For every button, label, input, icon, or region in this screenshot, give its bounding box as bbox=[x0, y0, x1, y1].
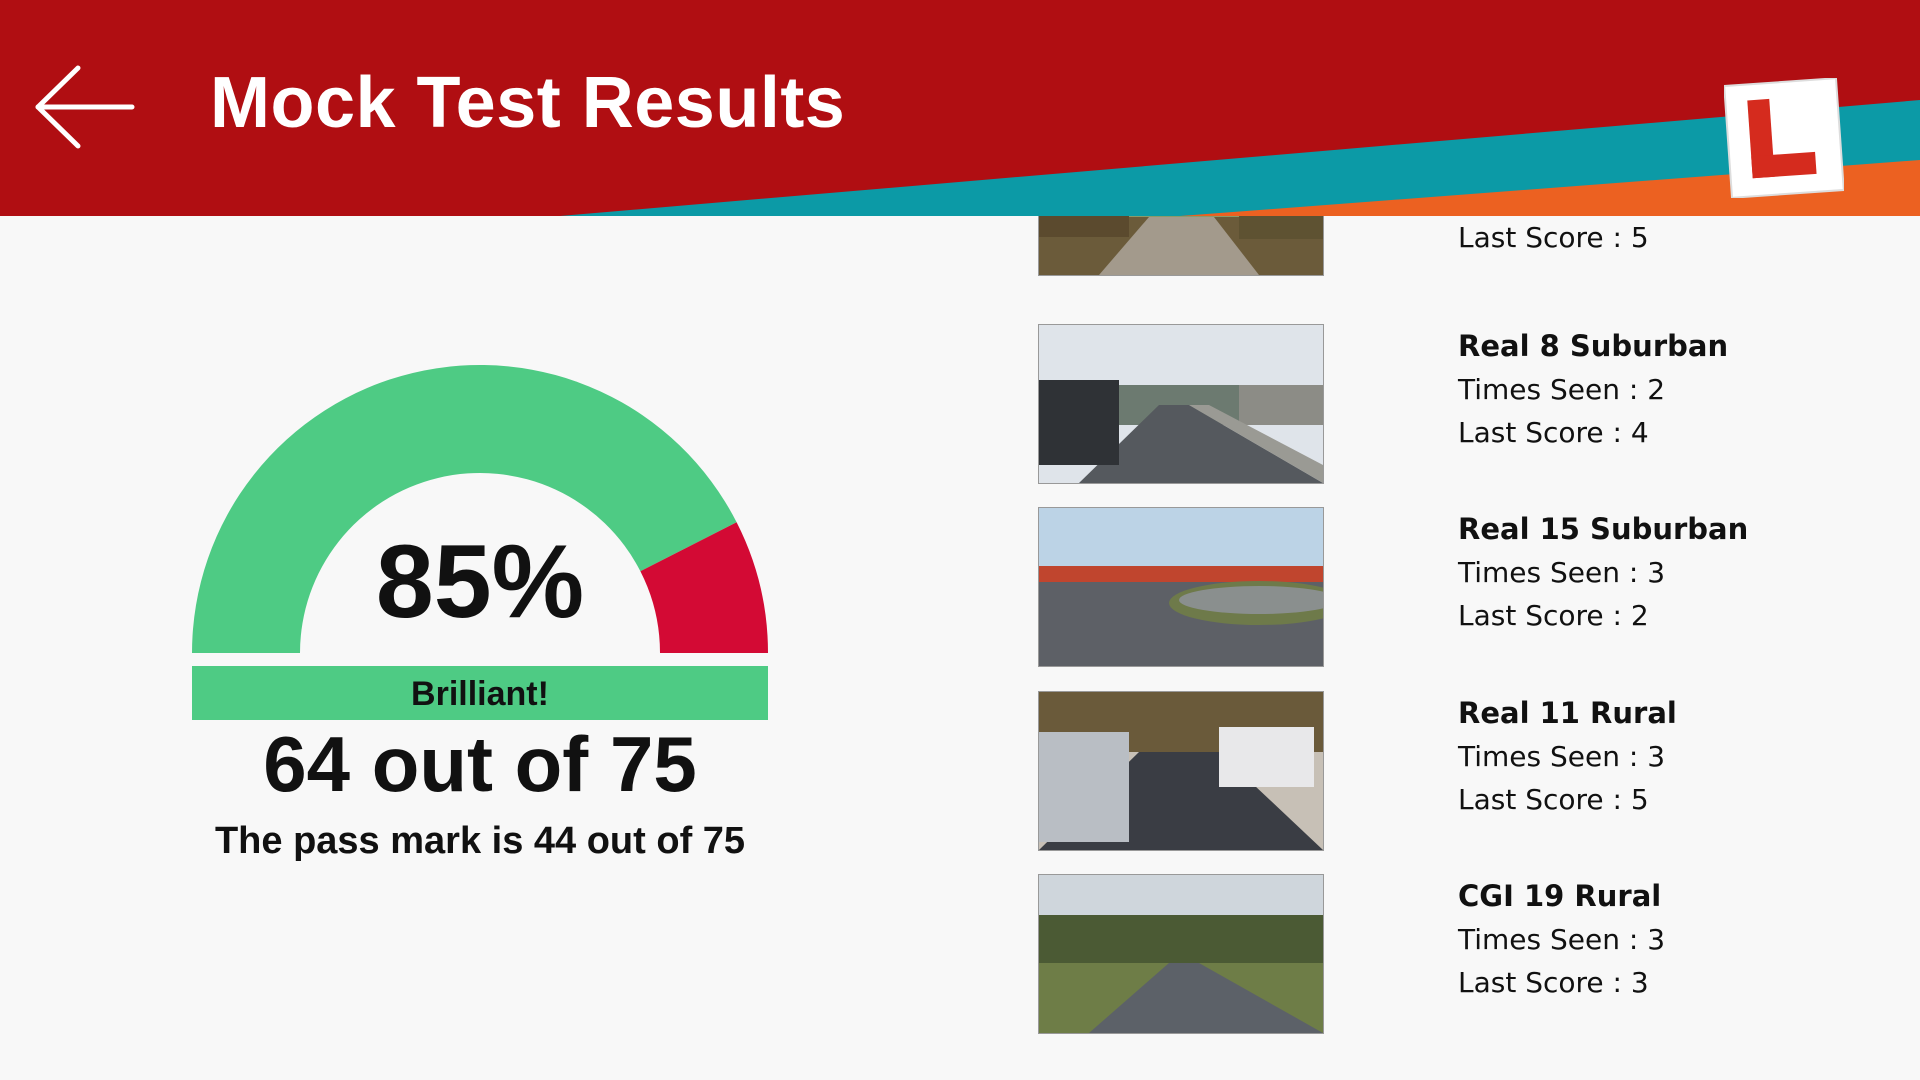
times-seen: Times Seen : 2 bbox=[1458, 373, 1666, 406]
clip-info: Last Score : 5 bbox=[1458, 216, 1649, 259]
clip-image bbox=[1039, 216, 1323, 275]
rating-banner: Brilliant! bbox=[192, 666, 768, 720]
clip-image bbox=[1039, 325, 1323, 483]
clip-name: CGI 19 Rural bbox=[1458, 879, 1662, 913]
clip-image bbox=[1039, 508, 1323, 666]
last-score: Last Score : 5 bbox=[1458, 783, 1649, 816]
clip-thumbnail[interactable] bbox=[1038, 874, 1324, 1034]
clip-info: Real 15 Suburban Times Seen : 3 Last Sco… bbox=[1458, 507, 1748, 637]
list-item[interactable]: CGI 19 Rural Times Seen : 3 Last Score :… bbox=[1038, 874, 1898, 1034]
arrow-left-icon bbox=[35, 65, 135, 149]
learner-l-plate-icon bbox=[1724, 78, 1844, 198]
clip-thumbnail[interactable] bbox=[1038, 324, 1324, 484]
last-score: Last Score : 5 bbox=[1458, 221, 1649, 254]
list-item[interactable]: Real 15 Suburban Times Seen : 3 Last Sco… bbox=[1038, 507, 1898, 667]
times-seen: Times Seen : 3 bbox=[1458, 556, 1666, 589]
score-text: 64 out of 75 bbox=[263, 720, 697, 808]
clip-info: Real 11 Rural Times Seen : 3 Last Score … bbox=[1458, 691, 1677, 821]
times-seen: Times Seen : 3 bbox=[1458, 923, 1666, 956]
clip-thumbnail[interactable] bbox=[1038, 691, 1324, 851]
clip-name: Real 15 Suburban bbox=[1458, 512, 1749, 546]
clip-name: Real 11 Rural bbox=[1458, 696, 1677, 730]
last-score: Last Score : 4 bbox=[1458, 416, 1649, 449]
app-header: Mock Test Results bbox=[0, 0, 1920, 216]
last-score: Last Score : 2 bbox=[1458, 599, 1649, 632]
pass-mark-text: The pass mark is 44 out of 75 bbox=[214, 820, 746, 862]
times-seen: Times Seen : 3 bbox=[1458, 740, 1666, 773]
clip-image bbox=[1039, 692, 1323, 850]
clip-thumbnail[interactable] bbox=[1038, 216, 1324, 276]
clip-name: Real 8 Suburban bbox=[1458, 329, 1729, 363]
clip-info: Real 8 Suburban Times Seen : 2 Last Scor… bbox=[1458, 324, 1728, 454]
list-item[interactable]: Last Score : 5 bbox=[1038, 216, 1898, 276]
list-item[interactable]: Real 11 Rural Times Seen : 3 Last Score … bbox=[1038, 691, 1898, 851]
percent-score: 85% bbox=[375, 524, 585, 640]
clip-info: CGI 19 Rural Times Seen : 3 Last Score :… bbox=[1458, 874, 1665, 1004]
list-item[interactable]: Real 8 Suburban Times Seen : 2 Last Scor… bbox=[1038, 324, 1898, 484]
clip-image bbox=[1039, 875, 1323, 1033]
page-title: Mock Test Results bbox=[210, 63, 846, 143]
clip-results-list[interactable]: Last Score : 5 Real 8 Suburban Times See… bbox=[1038, 216, 1898, 1080]
clip-thumbnail[interactable] bbox=[1038, 507, 1324, 667]
back-button[interactable] bbox=[30, 60, 140, 155]
last-score: Last Score : 3 bbox=[1458, 966, 1649, 999]
